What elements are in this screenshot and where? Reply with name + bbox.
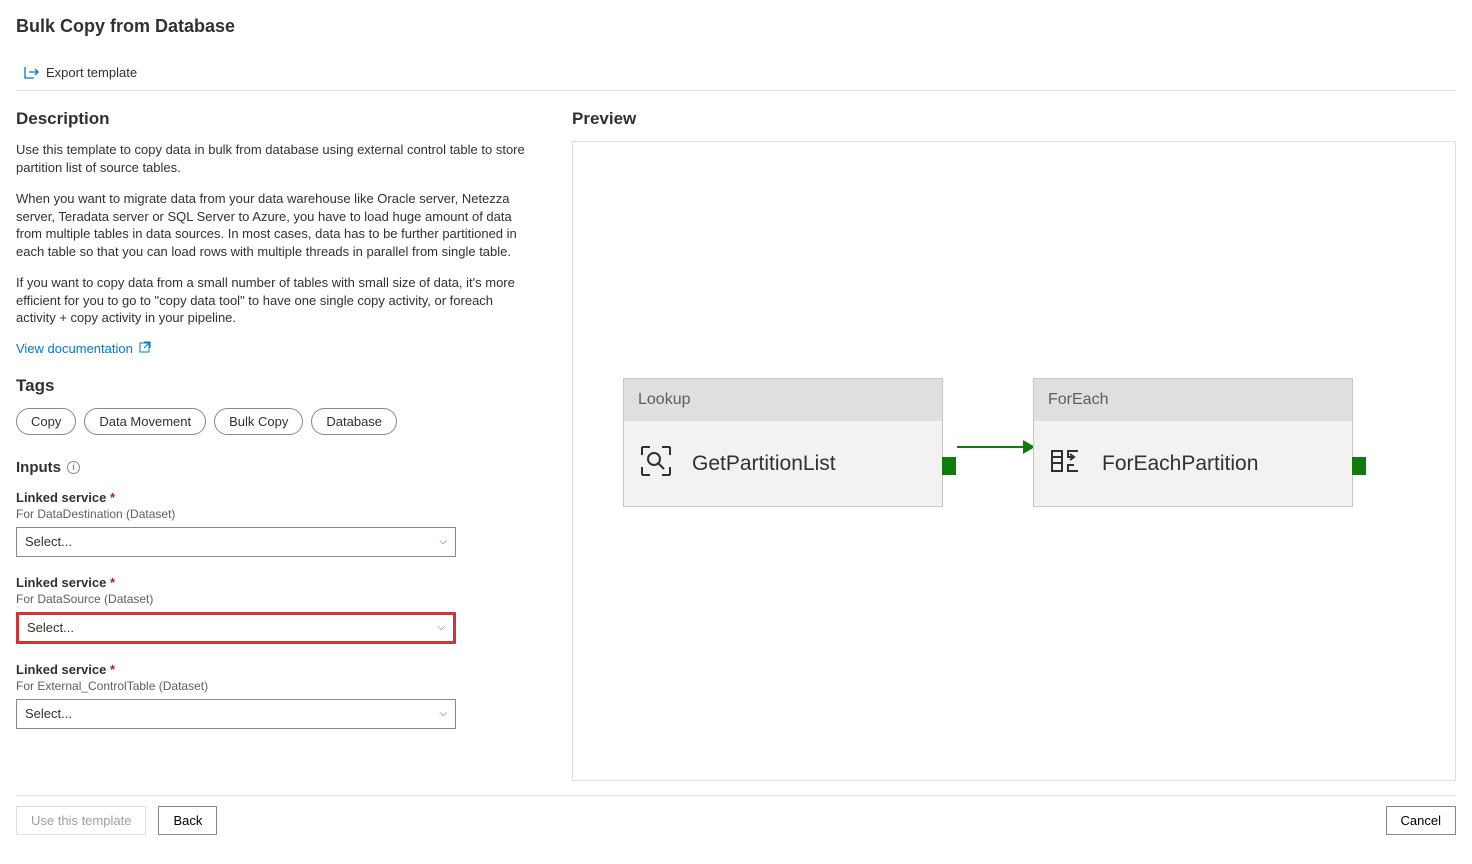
foreach-header: ForEach: [1034, 379, 1352, 421]
lookup-icon: [638, 443, 674, 484]
lookup-activity-node[interactable]: Lookup GetPartitionList: [623, 378, 943, 507]
info-icon[interactable]: i: [67, 461, 80, 474]
lookup-header: Lookup: [624, 379, 942, 421]
page-title: Bulk Copy from Database: [16, 16, 1456, 37]
toolbar: Export template: [16, 61, 1456, 91]
chevron-down-icon: ⌵: [437, 622, 445, 633]
input-label-2: Linked service *: [16, 575, 536, 590]
input-controltable: Linked service * For External_ControlTab…: [16, 662, 536, 729]
tag-database[interactable]: Database: [311, 408, 397, 435]
export-icon: [24, 66, 40, 80]
view-documentation-label: View documentation: [16, 341, 133, 356]
foreach-icon: [1048, 443, 1084, 484]
input-label-3: Linked service *: [16, 662, 536, 677]
foreach-output-port[interactable]: [1352, 457, 1366, 475]
tag-data-movement[interactable]: Data Movement: [84, 408, 206, 435]
back-button[interactable]: Back: [158, 806, 217, 835]
lookup-name: GetPartitionList: [692, 452, 836, 476]
select-placeholder-2: Select...: [27, 620, 74, 635]
description-p2: When you want to migrate data from your …: [16, 190, 536, 260]
view-documentation-link[interactable]: View documentation: [16, 341, 151, 356]
input-sublabel-3: For External_ControlTable (Dataset): [16, 679, 536, 693]
connector-arrow: [957, 446, 1033, 448]
description-p3: If you want to copy data from a small nu…: [16, 274, 536, 327]
input-sublabel-2: For DataSource (Dataset): [16, 592, 536, 606]
lookup-output-port[interactable]: [942, 457, 956, 475]
foreach-activity-node[interactable]: ForEach ForEachPartition: [1033, 378, 1353, 507]
input-datasource: Linked service * For DataSource (Dataset…: [16, 575, 536, 644]
external-link-icon: [139, 341, 151, 356]
footer: Use this template Back Cancel: [16, 795, 1456, 835]
tags-title: Tags: [16, 376, 536, 396]
tag-bulk-copy[interactable]: Bulk Copy: [214, 408, 303, 435]
preview-title: Preview: [572, 109, 1456, 129]
input-datadestination: Linked service * For DataDestination (Da…: [16, 490, 536, 557]
select-placeholder-3: Select...: [25, 706, 72, 721]
description-p1: Use this template to copy data in bulk f…: [16, 141, 536, 176]
chevron-down-icon: ⌵: [439, 536, 447, 547]
export-template-label: Export template: [46, 65, 137, 80]
select-controltable[interactable]: Select... ⌵: [16, 699, 456, 729]
select-datasource[interactable]: Select... ⌵: [16, 612, 456, 644]
select-datadestination[interactable]: Select... ⌵: [16, 527, 456, 557]
tag-copy[interactable]: Copy: [16, 408, 76, 435]
select-placeholder-1: Select...: [25, 534, 72, 549]
export-template-link[interactable]: Export template: [24, 65, 137, 80]
input-label-1: Linked service *: [16, 490, 536, 505]
preview-canvas[interactable]: Lookup GetPartitionList ForEach: [572, 141, 1456, 781]
tags-row: Copy Data Movement Bulk Copy Database: [16, 408, 536, 435]
inputs-title: Inputs i: [16, 459, 536, 476]
foreach-name: ForEachPartition: [1102, 452, 1258, 476]
input-sublabel-1: For DataDestination (Dataset): [16, 507, 536, 521]
use-this-template-button: Use this template: [16, 806, 146, 835]
description-title: Description: [16, 109, 536, 129]
chevron-down-icon: ⌵: [439, 708, 447, 719]
cancel-button[interactable]: Cancel: [1386, 806, 1456, 835]
